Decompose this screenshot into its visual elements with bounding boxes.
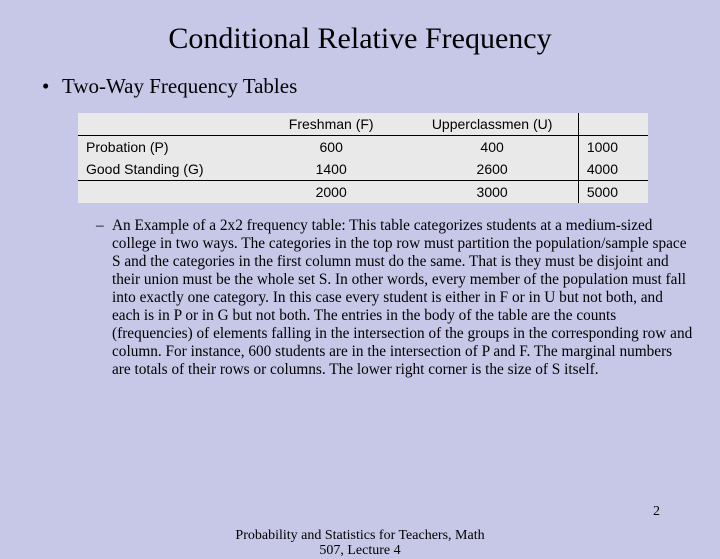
header-freshman: Freshman (F) bbox=[256, 113, 406, 136]
row-label-goodstanding: Good Standing (G) bbox=[78, 158, 256, 181]
cell-col-total: 2000 bbox=[256, 181, 406, 204]
cell-grand-total: 5000 bbox=[578, 181, 648, 204]
cell-value: 2600 bbox=[406, 158, 578, 181]
cell-value: 1400 bbox=[256, 158, 406, 181]
slide-title: Conditional Relative Frequency bbox=[40, 22, 680, 56]
bullet-level2: An Example of a 2x2 frequency table: Thi… bbox=[96, 217, 694, 379]
cell-value: 600 bbox=[256, 136, 406, 159]
header-blank bbox=[78, 113, 256, 136]
frequency-table: Freshman (F) Upperclassmen (U) Probation… bbox=[78, 113, 648, 203]
cell-row-total: 4000 bbox=[578, 158, 648, 181]
table-row: Probation (P) 600 400 1000 bbox=[78, 136, 648, 159]
cell-col-total: 3000 bbox=[406, 181, 578, 204]
header-upperclassmen: Upperclassmen (U) bbox=[406, 113, 578, 136]
page-number: 2 bbox=[653, 504, 660, 520]
table-row-totals: 2000 3000 5000 bbox=[78, 181, 648, 204]
bullet-level1: Two-Way Frequency Tables bbox=[40, 74, 680, 99]
footer-text: Probability and Statistics for Teachers,… bbox=[230, 528, 490, 559]
table-row: Good Standing (G) 1400 2600 4000 bbox=[78, 158, 648, 181]
row-label-total bbox=[78, 181, 256, 204]
table-header-row: Freshman (F) Upperclassmen (U) bbox=[78, 113, 648, 136]
slide-body: Conditional Relative Frequency Two-Way F… bbox=[0, 0, 720, 379]
cell-row-total: 1000 bbox=[578, 136, 648, 159]
header-total bbox=[578, 113, 648, 136]
cell-value: 400 bbox=[406, 136, 578, 159]
row-label-probation: Probation (P) bbox=[78, 136, 256, 159]
